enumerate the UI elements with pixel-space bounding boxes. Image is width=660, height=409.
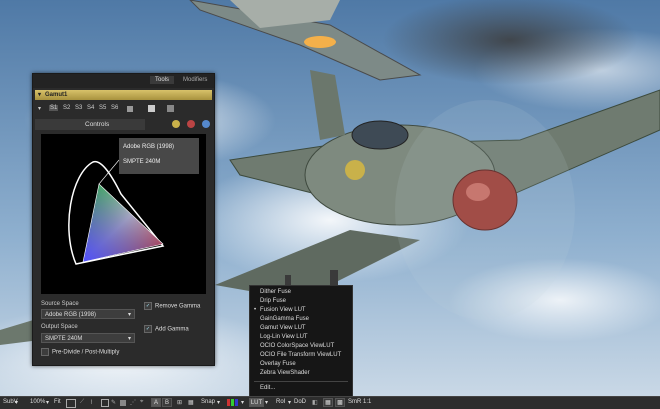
checkbox-check-icon: ✓	[144, 302, 152, 310]
menu-item-gaingamma-fuse[interactable]: GainGamma Fuse	[260, 316, 309, 322]
subview-arrow-icon[interactable]: ▾	[15, 399, 18, 406]
dropdown-arrow-icon[interactable]: ▾	[38, 105, 41, 112]
menu-item-drip-fuse[interactable]: Drip Fuse	[260, 298, 286, 304]
roi-arrow-icon[interactable]: ▾	[288, 399, 291, 406]
zoom-arrow-icon[interactable]: ▾	[46, 399, 49, 406]
predivide-checkbox[interactable]: Pre-Divide / Post-Multiply	[41, 348, 119, 356]
slot-s5[interactable]: S5	[99, 105, 106, 111]
slot-s6[interactable]: S6	[111, 105, 118, 111]
roi-button[interactable]: RoI	[276, 399, 285, 405]
menu-item-log-lin-view-lut[interactable]: Log-Lin View LUT	[260, 334, 308, 340]
slot-s2[interactable]: S2	[63, 105, 70, 111]
tab-tools[interactable]: Tools	[150, 76, 175, 84]
grid-icon[interactable]: ⊞	[177, 399, 182, 406]
lock-icon[interactable]: ◧	[312, 399, 318, 406]
crop-icon[interactable]	[66, 399, 76, 408]
menu-item-ocio-colorspace[interactable]: OCIO ColorSpace ViewLUT	[260, 343, 334, 349]
collapse-arrow-icon[interactable]: ▾	[38, 90, 41, 100]
checker-icon[interactable]: ▦	[188, 399, 194, 406]
frame-icon[interactable]	[101, 399, 109, 407]
slot-s4[interactable]: S4	[87, 105, 94, 111]
snap-button[interactable]: Snap	[201, 399, 215, 405]
controls-label: Controls	[85, 121, 110, 128]
wand-icon[interactable]: ⋰	[130, 399, 136, 406]
remove-gamma-checkbox[interactable]: ✓ Remove Gamma	[144, 302, 200, 310]
dod-button[interactable]: DoD	[294, 399, 306, 405]
controls-tab-row: Controls	[35, 119, 212, 130]
add-gamma-checkbox[interactable]: ✓ Add Gamma	[144, 325, 189, 333]
menu-item-label: Fusion View LUT	[260, 307, 306, 313]
blue-channel-icon[interactable]	[235, 399, 238, 406]
a-buffer-button[interactable]: A	[151, 398, 161, 407]
source-space-select[interactable]: Adobe RGB (1998) ▾	[41, 309, 135, 319]
fit-button[interactable]: Fit	[54, 399, 61, 405]
settings-icon[interactable]	[187, 120, 195, 128]
tools-panel: Tools Modifiers ▾ Gamut1 ▾ S1 S2 S3 S4 S…	[32, 73, 215, 366]
lut-arrow-icon[interactable]: ▾	[265, 399, 268, 406]
options-icon[interactable]	[167, 105, 174, 112]
snap-arrow-icon[interactable]: ▾	[217, 399, 220, 406]
slot-s1[interactable]: S1	[49, 105, 59, 111]
menu-separator	[254, 381, 348, 382]
checked-bullet-icon: •	[254, 307, 257, 313]
stereo-icon[interactable]: ▦	[323, 398, 333, 407]
brush-icon[interactable]: ⌇	[90, 399, 93, 406]
output-space-label: Output Space	[41, 324, 78, 330]
channel-arrow-icon[interactable]: ▾	[241, 399, 244, 406]
line-icon[interactable]: ⟋	[80, 399, 84, 406]
menu-item-overlay-fuse[interactable]: Overlay Fuse	[260, 361, 296, 367]
b-buffer-button[interactable]: B	[162, 398, 172, 407]
pen-icon[interactable]: ✎	[111, 399, 116, 406]
menu-item-gamut-view-lut[interactable]: Gamut View LUT	[260, 325, 306, 331]
menu-item-edit[interactable]: Edit...	[260, 385, 275, 391]
red-channel-icon[interactable]	[227, 399, 230, 406]
output-space-value: SMPTE 240M	[45, 336, 83, 342]
source-space-label: Source Space	[41, 301, 79, 307]
menu-item-zebra-viewshader[interactable]: Zebra ViewShader	[260, 370, 310, 376]
dropper-icon[interactable]: ⌖	[140, 399, 143, 406]
chromaticity-plot: Adobe RGB (1998) SMPTE 240M	[68, 138, 199, 265]
lut-dropdown-menu: Dither Fuse Drip Fuse • Fusion View LUT G…	[249, 285, 353, 398]
viewer-toolbar: SubV ▾ 100% ▾ Fit ⟋ ⌇ ✎ ⋰ ⌖ A B ⊞ ▦ Snap…	[0, 396, 660, 409]
node-header[interactable]: ▾ Gamut1	[35, 90, 212, 100]
slot-s3[interactable]: S3	[75, 105, 82, 111]
info-icon[interactable]	[202, 120, 210, 128]
view-icon[interactable]	[148, 105, 155, 112]
add-gamma-label: Add Gamma	[155, 326, 189, 333]
panel-tab-bar: Tools Modifiers	[33, 74, 214, 88]
swatch-icon[interactable]	[127, 106, 133, 112]
chevron-down-icon: ▾	[127, 312, 131, 318]
radiation-icon[interactable]	[172, 120, 180, 128]
checker-toggle-icon[interactable]: ▩	[335, 398, 345, 407]
zoom-value[interactable]: 100%	[30, 399, 45, 405]
tab-modifiers[interactable]: Modifiers	[178, 76, 212, 84]
checkbox-box	[41, 348, 49, 356]
chevron-down-icon: ▾	[127, 336, 131, 342]
smr-button[interactable]: SmR	[348, 399, 361, 405]
menu-item-ocio-file-transform[interactable]: OCIO File Transform ViewLUT	[260, 352, 341, 358]
output-space-select[interactable]: SMPTE 240M ▾	[41, 333, 135, 343]
menu-item-fusion-view-lut[interactable]: • Fusion View LUT	[254, 307, 306, 313]
ratio-button[interactable]: 1:1	[363, 399, 371, 405]
source-space-value: Adobe RGB (1998)	[45, 312, 97, 318]
mask-icon[interactable]	[120, 400, 126, 406]
predivide-label: Pre-Divide / Post-Multiply	[52, 349, 120, 356]
green-channel-icon[interactable]	[231, 399, 234, 406]
version-slots: ▾ S1 S2 S3 S4 S5 S6	[35, 103, 212, 115]
menu-item-dither-fuse[interactable]: Dither Fuse	[260, 289, 291, 295]
cie-gamut-diagram: Adobe RGB (1998) SMPTE 240M	[41, 134, 206, 294]
remove-gamma-label: Remove Gamma	[155, 303, 201, 310]
adobe-gamut-label: Adobe RGB (1998)	[123, 144, 174, 150]
checkbox-check-icon: ✓	[144, 325, 152, 333]
lut-button[interactable]: LUT	[249, 398, 264, 407]
node-name: Gamut1	[45, 92, 68, 98]
smpte-gamut-label: SMPTE 240M	[123, 159, 160, 165]
